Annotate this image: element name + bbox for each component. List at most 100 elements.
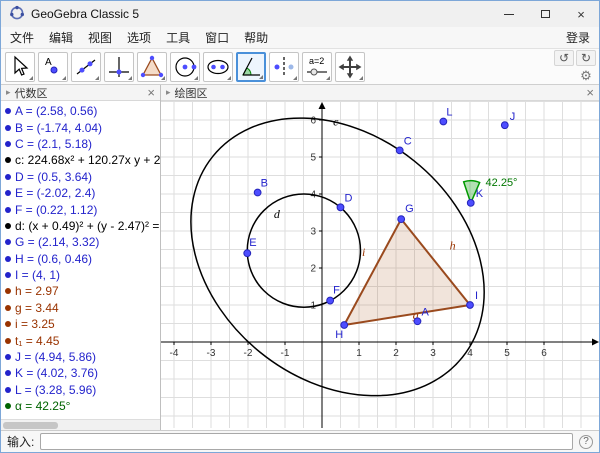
algebra-item-text: G = (2.14, 3.32) (15, 235, 99, 249)
algebra-row[interactable]: d: (x + 0.49)² + (y - 2.47)² = 2.34 (1, 218, 160, 234)
line-tool-button[interactable] (71, 52, 101, 82)
slider-icon: a=2 (304, 54, 330, 80)
point-E[interactable] (244, 250, 251, 257)
algebra-row[interactable]: C = (2.1, 5.18) (1, 136, 160, 152)
algebra-row[interactable]: I = (4, 1) (1, 267, 160, 283)
object-visibility-dot[interactable] (5, 125, 11, 131)
perpendicular-line-tool-button[interactable] (104, 52, 134, 82)
point-tool-button[interactable]: A (38, 52, 68, 82)
point-L[interactable] (440, 118, 447, 125)
object-visibility-dot[interactable] (5, 354, 11, 360)
algebra-item-text: t₁ = 4.45 (15, 334, 59, 348)
object-visibility-dot[interactable] (5, 305, 11, 311)
algebra-row[interactable]: L = (3.28, 5.96) (1, 382, 160, 398)
algebra-horizontal-scrollbar[interactable] (1, 419, 160, 430)
point-C[interactable] (396, 147, 403, 154)
undo-button[interactable]: ↺ (554, 50, 574, 66)
algebra-panel: ▸ 代数区 × A = (2.58, 0.56) B = (-1.74, 4.0… (1, 85, 161, 430)
graphics-close-button[interactable]: × (586, 86, 594, 99)
y-tick-label: 5 (310, 153, 316, 164)
point-K[interactable] (467, 199, 474, 206)
algebra-item-text: D = (0.5, 3.64) (15, 170, 92, 184)
graphics-collapse-icon[interactable]: ▸ (166, 87, 171, 98)
object-visibility-dot[interactable] (5, 108, 11, 114)
reflect-tool-button[interactable] (269, 52, 299, 82)
slider-tool-button[interactable]: a=2 (302, 52, 332, 82)
object-visibility-dot[interactable] (5, 387, 11, 393)
algebra-item-text: C = (2.1, 5.18) (15, 137, 92, 151)
menu-item-window[interactable]: 窗口 (205, 29, 229, 46)
point-J[interactable] (501, 122, 508, 129)
minimize-button[interactable] (491, 1, 527, 27)
algebra-row[interactable]: F = (0.22, 1.12) (1, 201, 160, 217)
menu-item-tools[interactable]: 工具 (166, 29, 190, 46)
point-H[interactable] (341, 322, 348, 329)
command-input[interactable] (40, 433, 573, 450)
menu-item-view[interactable]: 视图 (88, 29, 112, 46)
algebra-row[interactable]: D = (0.5, 3.64) (1, 169, 160, 185)
object-visibility-dot[interactable] (5, 321, 11, 327)
ellipse-tool-button[interactable] (203, 52, 233, 82)
y-axis-arrow (319, 102, 326, 109)
algebra-row[interactable]: G = (2.14, 3.32) (1, 234, 160, 250)
object-visibility-dot[interactable] (5, 288, 11, 294)
algebra-row[interactable]: g = 3.44 (1, 300, 160, 316)
menu-item-options[interactable]: 选项 (127, 29, 151, 46)
object-visibility-dot[interactable] (5, 370, 11, 376)
scrollbar-thumb[interactable] (3, 422, 58, 429)
algebra-close-button[interactable]: × (147, 86, 155, 99)
object-visibility-dot[interactable] (5, 239, 11, 245)
algebra-row[interactable]: E = (-2.02, 2.4) (1, 185, 160, 201)
move-tool-button[interactable] (5, 52, 35, 82)
point-F[interactable] (327, 297, 334, 304)
object-visibility-dot[interactable] (5, 207, 11, 213)
menu-item-file[interactable]: 文件 (10, 29, 34, 46)
algebra-row[interactable]: B = (-1.74, 4.04) (1, 119, 160, 135)
point-G[interactable] (398, 216, 405, 223)
object-visibility-dot[interactable] (5, 272, 11, 278)
redo-button[interactable]: ↻ (576, 50, 596, 66)
object-visibility-dot[interactable] (5, 190, 11, 196)
titlebar: GeoGebra Classic 5 × (1, 1, 599, 27)
circle-tool-button[interactable] (170, 52, 200, 82)
close-button[interactable]: × (563, 1, 599, 27)
move-graphics-view-tool-button[interactable] (335, 52, 365, 82)
object-visibility-dot[interactable] (5, 256, 11, 262)
point-I[interactable] (467, 302, 474, 309)
object-visibility-dot[interactable] (5, 174, 11, 180)
angle-alpha-label: 42.25° (486, 177, 518, 189)
object-visibility-dot[interactable] (5, 141, 11, 147)
menu-item-help[interactable]: 帮助 (244, 29, 268, 46)
algebra-row[interactable]: H = (0.6, 0.46) (1, 251, 160, 267)
algebra-row[interactable]: h = 2.97 (1, 283, 160, 299)
angle-tool-button[interactable] (236, 52, 266, 82)
maximize-button[interactable] (527, 1, 563, 27)
menu-item-edit[interactable]: 编辑 (49, 29, 73, 46)
help-button[interactable]: ? (579, 435, 593, 449)
x-tick-label: -2 (244, 348, 253, 359)
algebra-row[interactable]: t₁ = 4.45 (1, 332, 160, 348)
object-visibility-dot[interactable] (5, 223, 11, 229)
algebra-row[interactable]: A = (2.58, 0.56) (1, 103, 160, 119)
point-label-C: C (404, 135, 412, 147)
point-B[interactable] (254, 189, 261, 196)
algebra-row[interactable]: i = 3.25 (1, 316, 160, 332)
app-window: GeoGebra Classic 5 × 文件 编辑 视图 选项 工具 窗口 帮… (0, 0, 600, 453)
graphics-area: -4-3-2-1123456123456cdhgi42.25°ABCDEFGHI… (161, 101, 599, 430)
toolbar-right-cluster: ↺ ↻ ⚙ (554, 50, 596, 83)
algebra-row[interactable]: J = (4.94, 5.86) (1, 349, 160, 365)
algebra-item-text: J = (4.94, 5.86) (15, 350, 96, 364)
settings-gear-button[interactable]: ⚙ (576, 67, 596, 83)
point-D[interactable] (337, 204, 344, 211)
algebra-collapse-icon[interactable]: ▸ (6, 87, 11, 98)
algebra-row[interactable]: K = (4.02, 3.76) (1, 365, 160, 381)
login-button[interactable]: 登录 (566, 29, 590, 46)
polygon-tool-button[interactable] (137, 52, 167, 82)
point-A[interactable] (414, 318, 421, 325)
algebra-row[interactable]: α = 42.25° (1, 398, 160, 414)
graphics-canvas[interactable]: -4-3-2-1123456123456cdhgi42.25°ABCDEFGHI… (161, 101, 599, 428)
object-visibility-dot[interactable] (5, 338, 11, 344)
object-visibility-dot[interactable] (5, 403, 11, 409)
algebra-row[interactable]: c: 224.68x² + 120.27x y + 250.8 (1, 152, 160, 168)
object-visibility-dot[interactable] (5, 157, 11, 163)
